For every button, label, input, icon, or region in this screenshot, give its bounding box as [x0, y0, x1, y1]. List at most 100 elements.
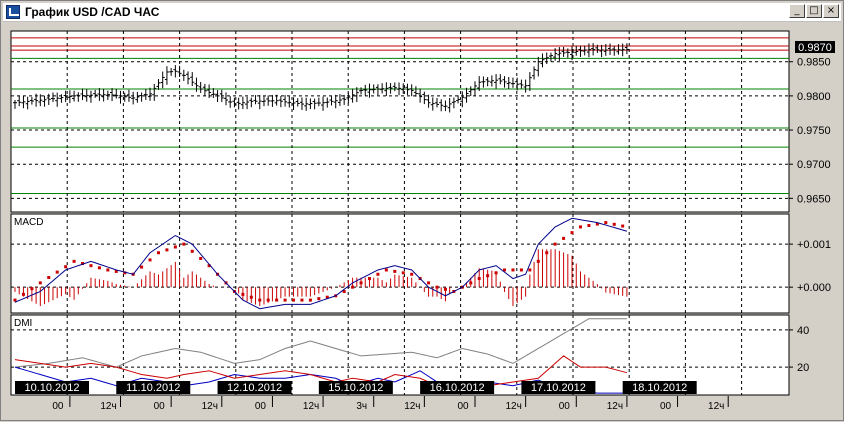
macd-tick-label: +0.001	[797, 239, 831, 251]
signal-point	[477, 277, 481, 281]
signal-point	[266, 298, 270, 302]
maximize-button[interactable]: □	[806, 4, 822, 18]
signal-point	[553, 242, 557, 246]
signal-point	[427, 281, 431, 285]
date-label: 10.10.2012	[24, 382, 79, 394]
date-label: 12.10.2012	[227, 382, 282, 394]
signal-point	[604, 221, 608, 225]
signal-point	[528, 268, 532, 272]
chart-window: График USD /CAD ЧАС _ □ × 0.9850 0.9800 0.…	[0, 0, 844, 421]
signal-point	[199, 256, 203, 260]
signal-point	[317, 297, 321, 301]
signal-point	[190, 249, 194, 253]
dmi-axis: 40 20	[789, 325, 809, 374]
signal-point	[494, 271, 498, 275]
hour-label: 12ч	[404, 401, 420, 412]
signal-point	[106, 268, 110, 272]
price-axis: 0.9850 0.9800 0.9750 0.9700 0.9650	[789, 57, 831, 205]
minimize-button[interactable]: _	[789, 4, 805, 18]
signal-point	[249, 295, 253, 299]
signal-point	[443, 287, 447, 291]
date-label: 17.10.2012	[531, 382, 586, 394]
signal-point	[148, 258, 152, 262]
dmi-title: DMI	[14, 318, 32, 329]
signal-point	[401, 271, 405, 275]
signal-point	[165, 248, 169, 252]
signal-point	[486, 274, 490, 278]
signal-point	[173, 245, 177, 249]
signal-point	[258, 298, 262, 302]
hour-label: 00	[154, 401, 166, 412]
signal-point	[578, 225, 582, 229]
macd-tick-label: +0.000	[797, 282, 831, 294]
signal-point	[376, 272, 380, 276]
macd-axis: +0.001 +0.000	[789, 239, 831, 294]
signal-point	[469, 281, 473, 285]
date-label: 18.10.2012	[632, 382, 687, 394]
signal-point	[435, 285, 439, 289]
date-label: 16.10.2012	[430, 382, 485, 394]
signal-point	[140, 265, 144, 269]
hour-label: 12ч	[607, 401, 623, 412]
signal-point	[275, 298, 279, 302]
signal-point	[359, 281, 363, 285]
signal-point	[351, 285, 355, 289]
macd-title: MACD	[14, 217, 43, 228]
title-bar[interactable]: График USD /CAD ЧАС _ □ ×	[3, 3, 841, 22]
price-tick-label: 0.9800	[797, 91, 831, 103]
hour-label: 00	[457, 401, 469, 412]
macd-panel[interactable]: +0.001 +0.000 MACD	[10, 213, 831, 314]
signal-point	[570, 231, 574, 235]
signal-point	[621, 224, 625, 228]
close-button[interactable]: ×	[823, 4, 839, 18]
signal-point	[519, 268, 523, 272]
signal-point	[612, 222, 616, 226]
signal-point	[30, 287, 34, 291]
signal-point	[182, 242, 186, 246]
forex-chart[interactable]: 0.9850 0.9800 0.9750 0.9700 0.9650 0.9870 +0…	[1, 23, 844, 422]
signal-point	[511, 268, 515, 272]
signal-point	[55, 270, 59, 274]
dmi-tick-label: 20	[797, 362, 809, 374]
signal-point	[300, 298, 304, 302]
signal-point	[367, 277, 371, 281]
date-label: 15.10.2012	[328, 382, 383, 394]
last-price-label: 0.9870	[798, 42, 832, 54]
signal-point	[308, 298, 312, 302]
hour-label: 12ч	[202, 401, 218, 412]
hour-label: 12ч	[100, 401, 116, 412]
price-tick-label: 0.9700	[797, 159, 831, 171]
signal-point	[562, 236, 566, 240]
signal-point	[393, 269, 397, 273]
signal-point	[89, 264, 93, 268]
hour-label: 12ч	[708, 401, 724, 412]
price-tick-label: 0.9650	[797, 193, 831, 205]
signal-point	[241, 292, 245, 296]
signal-point	[283, 298, 287, 302]
dmi-tick-label: 40	[797, 325, 809, 337]
signal-point	[72, 259, 76, 263]
signal-point	[13, 298, 17, 302]
signal-point	[156, 251, 160, 255]
hour-label: 12ч	[505, 401, 521, 412]
hour-label: 12ч	[303, 401, 319, 412]
price-tick-label: 0.9850	[797, 57, 831, 69]
hour-label: 00	[660, 401, 672, 412]
signal-point	[536, 259, 540, 263]
signal-point	[47, 275, 51, 279]
signal-point	[38, 281, 42, 285]
window-title: График USD /CAD ЧАС	[25, 5, 160, 19]
signal-point	[384, 268, 388, 272]
signal-point	[545, 251, 549, 255]
price-tick-label: 0.9750	[797, 125, 831, 137]
hour-label: 00	[52, 401, 64, 412]
signal-point	[97, 266, 101, 270]
hour-label: 3ч	[356, 401, 367, 412]
chart-app-icon	[6, 5, 20, 19]
price-panel[interactable]: 0.9850 0.9800 0.9750 0.9700 0.9650 0.9870	[10, 30, 835, 213]
signal-point	[410, 272, 414, 276]
signal-point	[587, 223, 591, 227]
date-label: 11.10.2012	[126, 382, 180, 394]
signal-point	[292, 298, 296, 302]
hour-label: 00	[559, 401, 571, 412]
